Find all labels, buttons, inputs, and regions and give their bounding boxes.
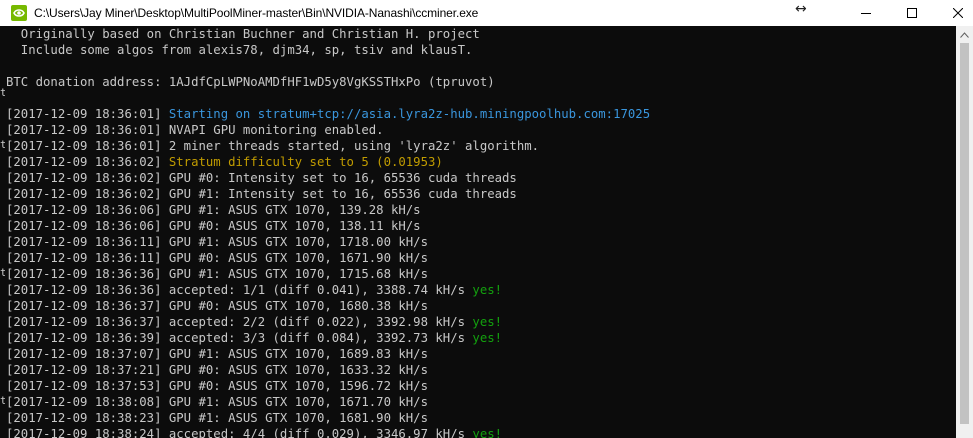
console-output[interactable]: Originally based on Christian Buchner an… (0, 26, 956, 438)
console-text: Include some algos from alexis78, djm34,… (6, 43, 473, 57)
console-text-green: yes! (472, 315, 503, 329)
console-text: [2017-12-09 18:36:37] accepted: 2/2 (dif… (6, 315, 473, 329)
console-text: [2017-12-09 18:36:02] GPU #0: Intensity … (6, 171, 517, 185)
console-line: [2017-12-09 18:38:08] GPU #1: ASUS GTX 1… (0, 394, 956, 410)
console-line: [2017-12-09 18:36:02] GPU #0: Intensity … (0, 170, 956, 186)
console-line: [2017-12-09 18:36:02] GPU #1: Intensity … (0, 186, 956, 202)
nvidia-icon (11, 5, 27, 21)
console-text-green: yes! (472, 427, 503, 438)
console-text: [2017-12-09 18:36:37] GPU #0: ASUS GTX 1… (6, 299, 428, 313)
left-margin-artifact: t (0, 268, 5, 278)
console-line: [2017-12-09 18:36:11] GPU #0: ASUS GTX 1… (0, 250, 956, 266)
minimize-button[interactable] (843, 0, 889, 26)
console-text: [2017-12-09 18:36:36] accepted: 1/1 (dif… (6, 283, 473, 297)
console-window: C:\Users\Jay Miner\Desktop\MultiPoolMine… (0, 0, 973, 438)
console-line: [2017-12-09 18:37:07] GPU #1: ASUS GTX 1… (0, 346, 956, 362)
left-margin-artifact: t (0, 396, 5, 406)
console-text: [2017-12-09 18:36:01] NVAPI GPU monitori… (6, 123, 384, 137)
close-icon (953, 8, 963, 18)
console-line: [2017-12-09 18:36:01] 2 miner threads st… (0, 138, 956, 154)
console-text: [2017-12-09 18:37:21] GPU #0: ASUS GTX 1… (6, 363, 428, 377)
console-line: Originally based on Christian Buchner an… (0, 26, 956, 42)
console-text: [2017-12-09 18:36:11] GPU #1: ASUS GTX 1… (6, 235, 428, 249)
console-text: [2017-12-09 18:36:01] 2 miner threads st… (6, 139, 540, 153)
maximize-button[interactable] (889, 0, 935, 26)
console-line: [2017-12-09 18:36:36] accepted: 1/1 (dif… (0, 282, 956, 298)
maximize-icon (907, 8, 917, 18)
close-button[interactable] (935, 0, 973, 26)
scroll-up-button[interactable] (956, 26, 973, 43)
console-text: [2017-12-09 18:38:24] accepted: 4/4 (dif… (6, 427, 473, 438)
console-line: [2017-12-09 18:36:37] accepted: 2/2 (dif… (0, 314, 956, 330)
console-text: [2017-12-09 18:37:53] GPU #0: ASUS GTX 1… (6, 379, 428, 393)
console-text: Originally based on Christian Buchner an… (6, 27, 480, 41)
window-title: C:\Users\Jay Miner\Desktop\MultiPoolMine… (34, 6, 479, 20)
console-line: [2017-12-09 18:37:53] GPU #0: ASUS GTX 1… (0, 378, 956, 394)
console-text: [2017-12-09 18:36:02] (6, 155, 169, 169)
console-line: [2017-12-09 18:36:01] Starting on stratu… (0, 106, 956, 122)
title-bar[interactable]: C:\Users\Jay Miner\Desktop\MultiPoolMine… (0, 0, 973, 26)
console-text: [2017-12-09 18:36:39] accepted: 3/3 (dif… (6, 331, 473, 345)
console-line: [2017-12-09 18:36:11] GPU #1: ASUS GTX 1… (0, 234, 956, 250)
console-text-green: yes! (472, 283, 503, 297)
console-line: [2017-12-09 18:38:24] accepted: 4/4 (dif… (0, 426, 956, 438)
console-text: BTC donation address: 1AJdfCpLWPNoAMDfHF… (6, 75, 495, 89)
console-line: [2017-12-09 18:36:06] GPU #0: ASUS GTX 1… (0, 218, 956, 234)
left-margin-artifact: t (0, 140, 5, 150)
console-text-blue: Starting on stratum+tcp://asia.lyra2z-hu… (168, 107, 651, 121)
console-text: [2017-12-09 18:36:01] (6, 107, 169, 121)
console-line: [2017-12-09 18:36:36] GPU #1: ASUS GTX 1… (0, 266, 956, 282)
console-line: [2017-12-09 18:36:01] NVAPI GPU monitori… (0, 122, 956, 138)
console-text: [2017-12-09 18:38:08] GPU #1: ASUS GTX 1… (6, 395, 428, 409)
scroll-up-arrow-icon (960, 31, 969, 38)
console-line: [2017-12-09 18:36:06] GPU #1: ASUS GTX 1… (0, 202, 956, 218)
console-line: Include some algos from alexis78, djm34,… (0, 42, 956, 58)
minimize-icon (861, 13, 871, 14)
scrollbar-thumb[interactable] (956, 43, 973, 424)
vertical-scrollbar[interactable] (956, 26, 973, 438)
console-text: [2017-12-09 18:37:07] GPU #1: ASUS GTX 1… (6, 347, 428, 361)
scrollbar-thumb-bar (960, 43, 969, 424)
console-text-yellow: Stratum difficulty set to 5 (0.01953) (168, 155, 443, 169)
console-line: [2017-12-09 18:36:02] Stratum difficulty… (0, 154, 956, 170)
left-margin-artifact: t (0, 88, 5, 98)
console-line: [2017-12-09 18:37:21] GPU #0: ASUS GTX 1… (0, 362, 956, 378)
resize-cursor-icon: ↔ (795, 1, 807, 17)
console-text: [2017-12-09 18:36:06] GPU #0: ASUS GTX 1… (6, 219, 421, 233)
console-text: [2017-12-09 18:36:02] GPU #1: Intensity … (6, 187, 517, 201)
console-text: [2017-12-09 18:38:23] GPU #1: ASUS GTX 1… (6, 411, 428, 425)
console-line: [2017-12-09 18:38:23] GPU #1: ASUS GTX 1… (0, 410, 956, 426)
console-line: [2017-12-09 18:36:39] accepted: 3/3 (dif… (0, 330, 956, 346)
console-text: [2017-12-09 18:36:11] GPU #0: ASUS GTX 1… (6, 251, 428, 265)
console-text-green: yes! (472, 331, 503, 345)
console-text: [2017-12-09 18:36:36] GPU #1: ASUS GTX 1… (6, 267, 428, 281)
console-line: [2017-12-09 18:36:37] GPU #0: ASUS GTX 1… (0, 298, 956, 314)
console-line: BTC donation address: 1AJdfCpLWPNoAMDfHF… (0, 74, 956, 90)
console-text: [2017-12-09 18:36:06] GPU #1: ASUS GTX 1… (6, 203, 421, 217)
